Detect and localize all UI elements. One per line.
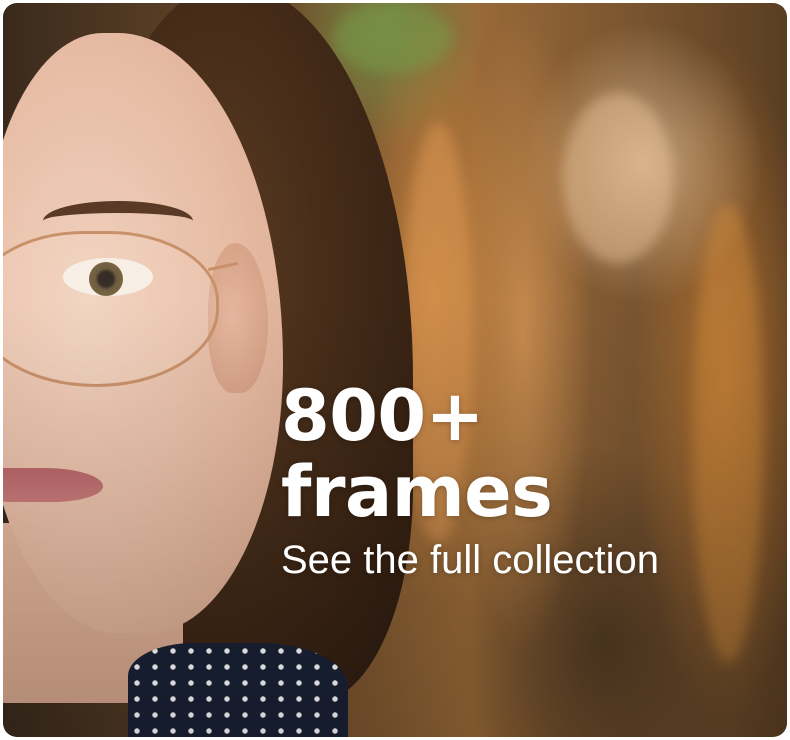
promo-text: 800+ frames See the full collection	[281, 375, 659, 582]
polka-dot-shirt	[128, 643, 348, 737]
promo-card[interactable]: 800+ frames See the full collection	[3, 3, 787, 737]
promo-headline: 800+ frames	[281, 375, 659, 533]
headline-count: 800+	[281, 375, 484, 457]
background-bokeh-2	[563, 93, 673, 263]
headline-label: frames	[281, 450, 553, 533]
background-bokeh-3	[693, 203, 763, 663]
see-collection-link[interactable]: See the full collection	[281, 538, 659, 582]
model-photo	[3, 3, 423, 737]
